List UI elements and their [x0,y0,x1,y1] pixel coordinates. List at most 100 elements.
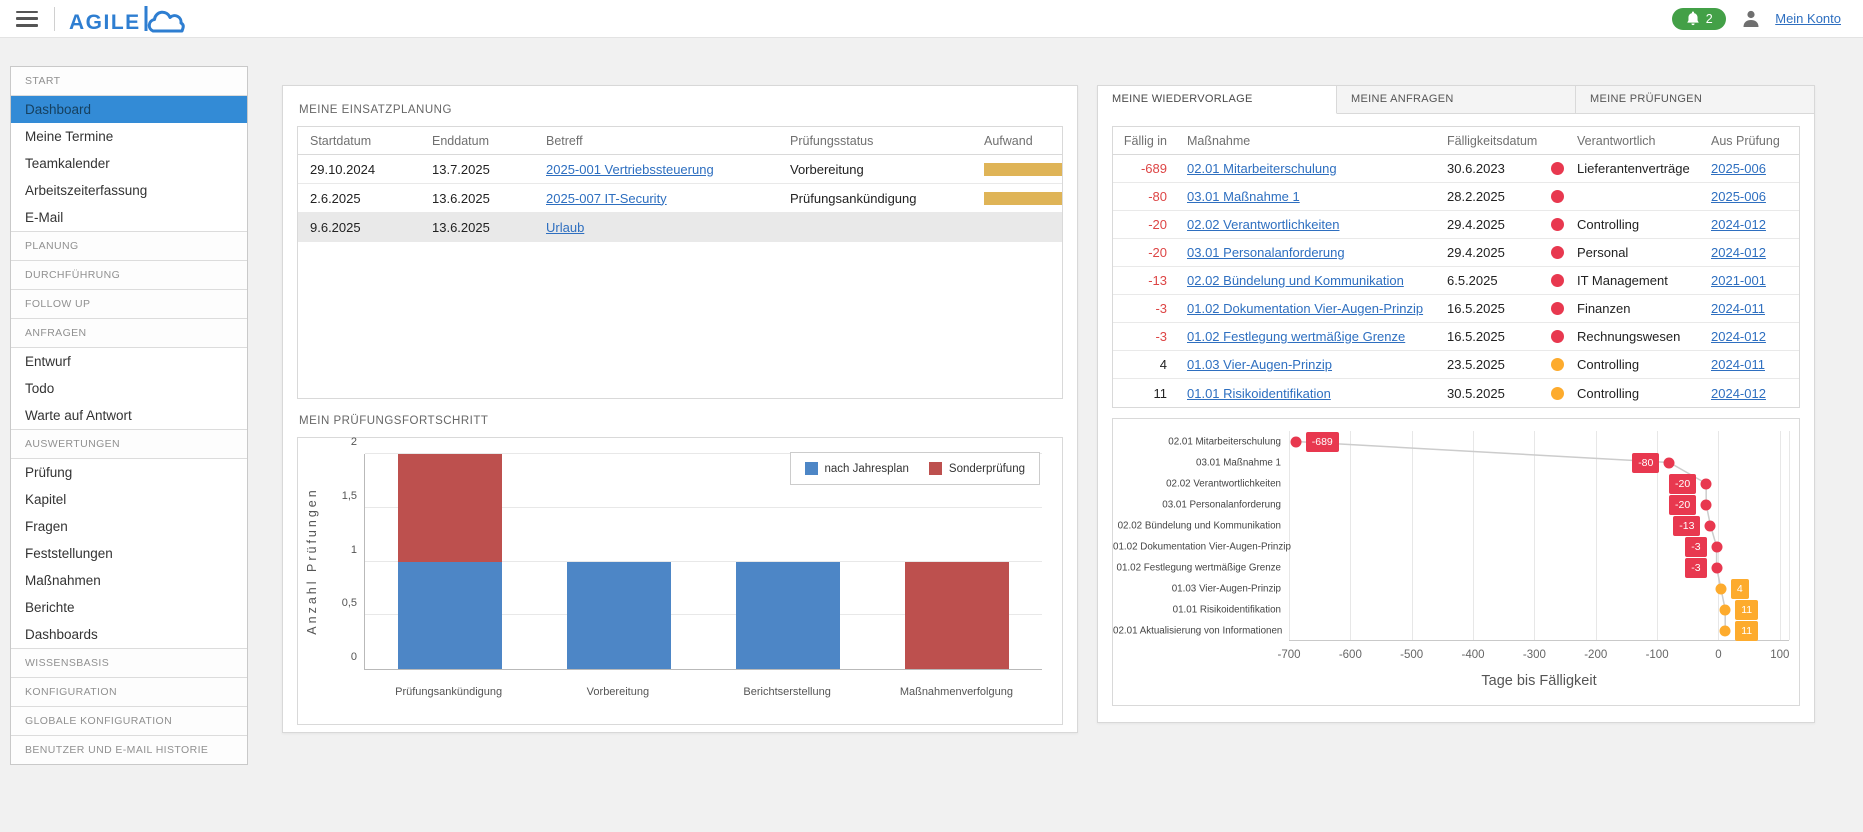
sidebar-item-arbeitszeiterfassung[interactable]: Arbeitszeiterfassung [11,177,247,204]
red-point-icon [1700,478,1712,489]
aus-pruefung-link[interactable]: 2024-012 [1711,386,1766,401]
bar-slot [534,454,703,669]
chart-legend: nach Jahresplan Sonderprüfung [789,452,1040,485]
massnahme-link[interactable]: 03.01 Personalanforderung [1187,245,1345,260]
y-tick-label: 0,5 [341,597,357,610]
aus-pruefung-link[interactable]: 2025-006 [1711,161,1766,176]
cloud-logo-icon [144,5,185,32]
wiedervorlage-row: -20 03.01 Personalanforderung 29.4.2025 Per… [1113,239,1799,267]
column-header-enddatum[interactable]: Enddatum [426,134,540,148]
account-link[interactable]: Mein Konto [1775,11,1841,26]
sidebar-section-start[interactable]: START [11,67,247,95]
column-header-pr-fungsstatus[interactable]: Prüfungsstatus [784,134,978,148]
sidebar-section-globale-konfiguration[interactable]: GLOBALE KONFIGURATION [11,706,247,735]
aus-pruefung-link[interactable]: 2025-006 [1711,189,1766,204]
sidebar-item-berichte[interactable]: Berichte [11,594,247,621]
brand-logo[interactable]: AGILE [69,5,185,33]
bar-plot-area: 0 0,5 1 1,5 2 [342,436,1042,670]
bar-stack-vorbereitung [566,561,671,669]
sidebar-item-e-mail[interactable]: E-Mail [11,204,247,231]
betreff-cell: 2025-007 IT-Security [540,191,784,206]
tab-meine-anfragen[interactable]: MEINE ANFRAGEN [1337,86,1576,114]
verantwortlich-cell: IT Management [1577,273,1668,288]
sidebar-item-dashboard[interactable]: Dashboard [11,95,247,123]
hamburger-menu-icon[interactable] [16,10,38,27]
column-header-startdatum[interactable]: Startdatum [298,134,426,148]
aus-pruefung-link[interactable]: 2024-011 [1711,357,1765,372]
sidebar-item-kapitel[interactable]: Kapitel [11,486,247,513]
sidebar-section-benutzer-und-e-mail-historie[interactable]: BENUTZER UND E-MAIL HISTORIE [11,735,247,764]
aus-pruefung-link[interactable]: 2024-011 [1711,301,1765,316]
sidebar-item-dashboards[interactable]: Dashboards [11,621,247,648]
sidebar-item-feststellungen[interactable]: Feststellungen [11,540,247,567]
sidebar-section-planung[interactable]: PLANUNG [11,231,247,260]
sidebar-section-konfiguration[interactable]: KONFIGURATION [11,677,247,706]
bar-stack-ma-nahmenverfolgung [905,561,1010,669]
massnahme-link[interactable]: 01.01 Risikoidentifikation [1187,386,1331,401]
aus-pruefung-link[interactable]: 2024-012 [1711,329,1766,344]
aus-pruefung-link[interactable]: 2024-012 [1711,217,1766,232]
betreff-link[interactable]: Urlaub [546,220,584,235]
massnahme-link[interactable]: 02.02 Bündelung und Kommunikation [1187,273,1404,288]
sidebar-item-ma-nahmen[interactable]: Maßnahmen [11,567,247,594]
massnahme-link[interactable]: 03.01 Maßnahme 1 [1187,189,1300,204]
brand-text: AGILE [69,10,141,34]
massnahme-link[interactable]: 01.02 Festlegung wertmäßige Grenze [1187,329,1405,344]
column-header-aufwand[interactable]: Aufwand [978,134,1062,148]
sidebar-item-warte-auf-antwort[interactable]: Warte auf Antwort [11,402,247,429]
betreff-cell: 2025-001 Vertriebssteuerung [540,162,784,177]
legend-swatch [804,462,818,475]
red-status-dot-icon [1550,302,1564,315]
sidebar-item-fragen[interactable]: Fragen [11,513,247,540]
bar-slot [873,454,1042,669]
sidebar-section-auswertungen[interactable]: AUSWERTUNGEN [11,429,247,458]
faellig-in-cell: -20 [1148,217,1167,232]
fortschritt-title: MEIN PRÜFUNGSFORTSCHRITT [299,415,489,427]
tab-meine-wiedervorlage[interactable]: MEINE WIEDERVORLAGE [1098,86,1337,114]
value-label-4: 4 [1730,578,1749,599]
status-dot-cell [1543,330,1571,343]
x-category-label: Maßnahmenverfolgung [899,686,1013,698]
aus-pruefung-link[interactable]: 2024-012 [1711,245,1766,260]
massnahme-link[interactable]: 01.02 Dokumentation Vier-Augen-Prinzip [1187,301,1423,316]
column-header-f-lligkeitsdatum[interactable]: Fälligkeitsdatum [1441,134,1543,148]
sidebar-item-teamkalender[interactable]: Teamkalender [11,150,247,177]
red-status-dot-icon [1550,274,1564,287]
legend-item-sonderpr-fung[interactable]: Sonderprüfung [928,462,1025,475]
aus-pruefung-link[interactable]: 2021-001 [1711,273,1766,288]
sidebar-item-entwurf[interactable]: Entwurf [11,347,247,375]
massnahme-cell: 01.02 Festlegung wertmäßige Grenze [1171,329,1441,344]
massnahme-link[interactable]: 02.02 Verantwortlichkeiten [1187,217,1339,232]
scatter-plot-area: 02.01 Mitarbeiterschulung -689 03.01 Maßna… [1113,431,1790,641]
tab-meine-pr-fungen[interactable]: MEINE PRÜFUNGEN [1576,86,1814,114]
betreff-link[interactable]: 2025-001 Vertriebssteuerung [546,162,714,177]
sidebar: START Dashboard Meine Termine Teamkalender A… [10,66,248,765]
aus-pruefung-cell: 2024-012 [1705,386,1799,401]
bell-icon [1686,11,1699,26]
sidebar-item-todo[interactable]: Todo [11,375,247,402]
user-icon[interactable] [1741,9,1761,29]
faellig-in-cell: -689 [1140,161,1167,176]
sidebar-section-anfragen[interactable]: ANFRAGEN [11,318,247,347]
column-header-aus-pr-fung[interactable]: Aus Prüfung [1705,134,1799,148]
bar-slot [365,454,534,669]
sidebar-section-follow-up[interactable]: FOLLOW UP [11,289,247,318]
column-header-ma-nahme[interactable]: Maßnahme [1171,134,1441,148]
betreff-link[interactable]: 2025-007 IT-Security [546,191,667,206]
status-dot-cell [1543,302,1571,315]
column-header-betreff[interactable]: Betreff [540,134,784,148]
massnahme-link[interactable]: 02.01 Mitarbeiterschulung [1187,161,1337,176]
legend-label: nach Jahresplan [824,462,909,475]
column-header-f-llig-in[interactable]: Fällig in [1113,134,1171,148]
massnahme-cell: 01.03 Vier-Augen-Prinzip [1171,357,1441,372]
sidebar-section-wissensbasis[interactable]: WISSENSBASIS [11,648,247,677]
column-header-verantwortlich[interactable]: Verantwortlich [1571,134,1705,148]
sidebar-section-durchf-hrung[interactable]: DURCHFÜHRUNG [11,260,247,289]
notification-badge[interactable]: 2 [1672,7,1727,30]
massnahme-link[interactable]: 01.03 Vier-Augen-Prinzip [1187,357,1332,372]
legend-item-nach-jahresplan[interactable]: nach Jahresplan [804,462,909,475]
sidebar-item-pr-fung[interactable]: Prüfung [11,458,247,486]
sidebar-item-meine-termine[interactable]: Meine Termine [11,123,247,150]
orange-point-icon [1719,625,1731,636]
trend-line [1295,440,1726,631]
